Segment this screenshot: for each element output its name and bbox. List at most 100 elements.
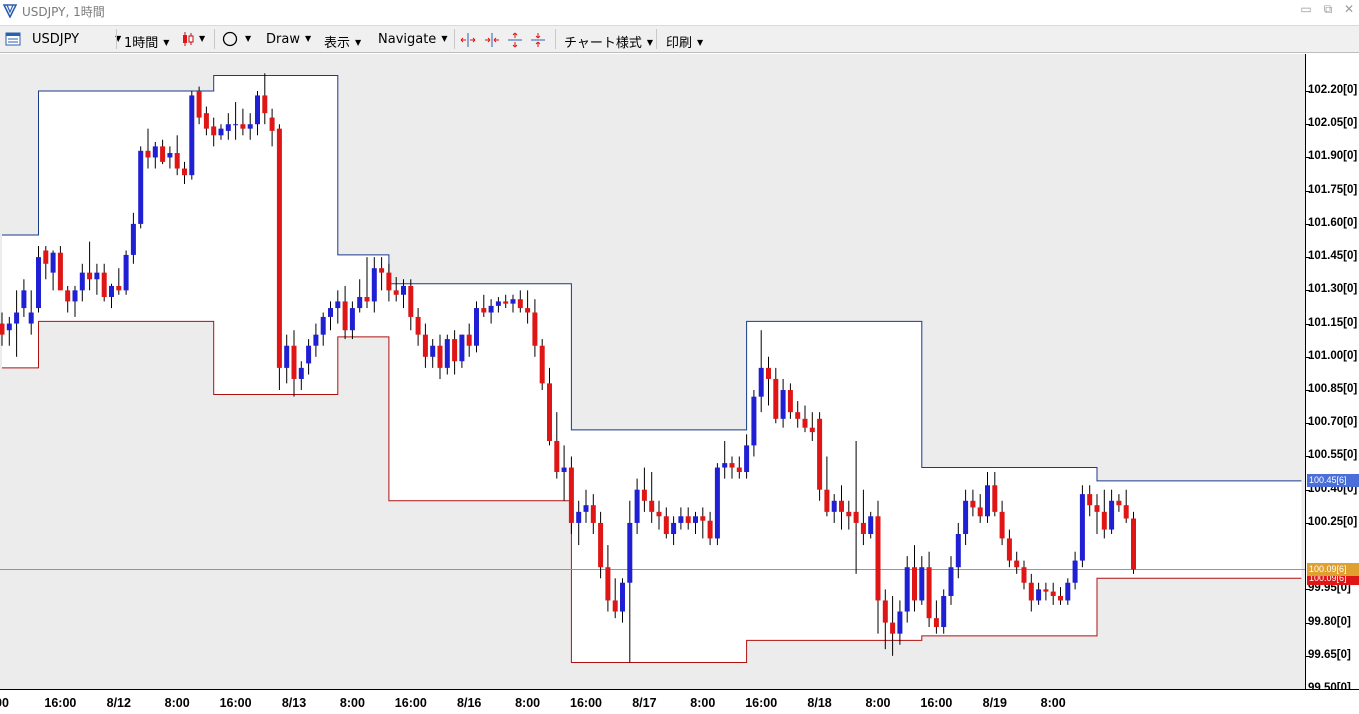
candle-bear (612, 600, 618, 612)
candle-bear (408, 285, 414, 317)
candle-bear (787, 390, 793, 413)
price-axis[interactable]: 102.20[0] 102.05[0] 101.90[0] 101.75[0] 101.… (1305, 54, 1359, 689)
chevron-down-icon[interactable]: ▼ (199, 34, 205, 43)
candle-bull (444, 339, 450, 368)
x-axis-label: 8:00 (690, 696, 716, 710)
y-axis-label: 101.30[0] (1308, 283, 1358, 295)
price-chart[interactable] (0, 54, 1305, 689)
close-icon[interactable]: ✕ (1340, 2, 1358, 16)
candle-bull (1109, 500, 1115, 530)
symbol-select[interactable]: USDJPY ▼ (32, 32, 121, 47)
candle-bear (554, 440, 560, 472)
candle-bull (1079, 494, 1085, 561)
x-axis-label: 16:00 (570, 696, 602, 710)
x-axis-label: 8:00 (339, 696, 365, 710)
candle-bull (722, 463, 728, 468)
x-axis-label: 8/19 (982, 696, 1007, 710)
candle-bull (335, 301, 341, 309)
candle-bear (605, 567, 611, 601)
candle-bear (700, 516, 706, 521)
candle-bull (36, 257, 41, 309)
symbol-list-icon[interactable] (5, 31, 21, 47)
window-title: USDJPY, 1時間 (22, 5, 105, 19)
candle-bull (50, 252, 56, 273)
high-price-tag: 100.45[6] (1307, 474, 1359, 487)
chevron-down-icon: ▼ (355, 38, 362, 47)
time-axis[interactable]: 00 16:00 8/12 8:00 16:00 8/13 8:00 16:00 8/16 8:0… (0, 689, 1359, 714)
x-axis-label: 8:00 (865, 696, 891, 710)
candle-bull (583, 505, 589, 512)
compress-vertical-icon[interactable] (530, 32, 546, 48)
candle-bull (298, 367, 304, 379)
view-menu[interactable]: 表示 ▼ (324, 32, 361, 51)
circle-tool-icon[interactable] (222, 31, 238, 47)
y-axis-label: 100.85[0] (1308, 383, 1358, 395)
x-axis-label: 8:00 (515, 696, 541, 710)
candle-bear (1058, 596, 1063, 601)
candle-bear (1021, 567, 1027, 583)
app-logo-icon (3, 4, 17, 18)
candle-bear (795, 412, 801, 419)
candle-bear (43, 250, 49, 264)
navigate-menu[interactable]: Navigate ▼ (378, 32, 447, 47)
candle-bull (714, 467, 720, 539)
candle-bear (422, 334, 428, 357)
chevron-down-icon: ▼ (441, 34, 448, 43)
candle-bull (1072, 560, 1078, 583)
candle-bear (65, 290, 71, 302)
candle-bear (970, 500, 976, 508)
candle-bull (459, 334, 465, 362)
timeframe-select[interactable]: 1時間 ▼ (124, 32, 169, 51)
toolbar-separator (656, 29, 657, 49)
candle-bull (225, 124, 231, 131)
print-menu[interactable]: 印刷 ▼ (666, 32, 703, 51)
candle-bull (919, 567, 925, 601)
candle-bull (831, 500, 837, 512)
candle-bear (568, 467, 574, 523)
candle-bear (817, 418, 823, 490)
draw-label: Draw (266, 32, 300, 47)
candle-bull (634, 489, 640, 523)
candle-bull (6, 323, 12, 331)
minimize-icon[interactable]: ▭ (1297, 2, 1315, 16)
compress-horizontal-icon[interactable] (484, 32, 500, 48)
expand-horizontal-icon[interactable] (460, 32, 476, 48)
candle-bear (466, 334, 472, 346)
candle-bear (802, 418, 808, 428)
candle-bear (853, 511, 859, 523)
candle-bear (182, 168, 187, 176)
candle-bear (926, 567, 932, 619)
candle-bull (955, 534, 961, 568)
expand-vertical-icon[interactable] (507, 32, 523, 48)
candle-bear (145, 150, 151, 158)
restore-icon[interactable]: ⧉ (1319, 2, 1337, 17)
candle-bear (846, 511, 852, 517)
x-axis-label: 8/18 (807, 696, 832, 710)
y-axis-label: 102.05[0] (1308, 117, 1358, 129)
draw-menu[interactable]: Draw ▼ (266, 32, 311, 47)
candle-bull (897, 611, 903, 634)
candle-bull (678, 516, 684, 523)
candle-bull (357, 296, 363, 309)
chevron-down-icon[interactable]: ▼ (245, 34, 251, 43)
candle-bull (780, 390, 786, 419)
chevron-down-icon: ▼ (163, 38, 170, 47)
chart-style-menu[interactable]: チャート様式 ▼ (564, 32, 653, 51)
candle-bear (386, 272, 392, 291)
candlestick-icon[interactable] (181, 31, 195, 47)
candle-bull (349, 308, 355, 331)
y-axis-label: 100.55[0] (1308, 449, 1358, 461)
candle-bull (693, 516, 698, 523)
candle-bull (627, 522, 633, 583)
candle-bear (977, 507, 983, 517)
candle-bear (393, 290, 399, 295)
candle-bear (999, 511, 1005, 539)
candle-bull (130, 223, 136, 255)
candle-bear (269, 117, 275, 131)
x-axis-label: 16:00 (745, 696, 778, 710)
candle-bear (824, 489, 830, 512)
candle-bull (671, 522, 677, 534)
candle-bull (868, 516, 874, 534)
candle-bull (430, 345, 436, 357)
chevron-down-icon: ▼ (697, 38, 704, 47)
